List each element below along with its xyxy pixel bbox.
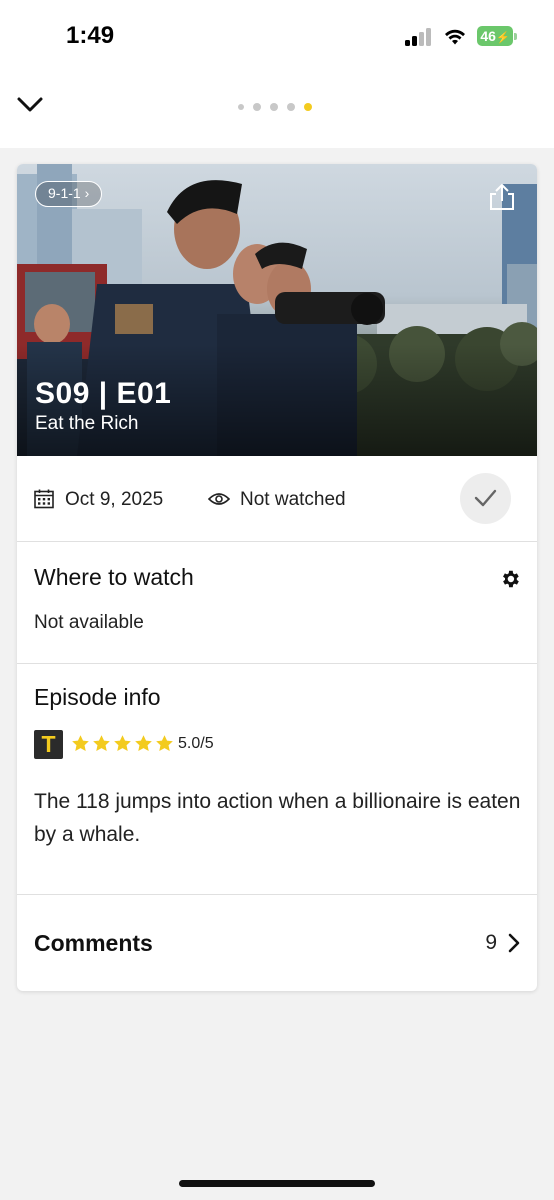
status-time: 1:49	[66, 22, 115, 49]
chevron-down-icon[interactable]	[16, 94, 44, 116]
comments-row[interactable]: Comments 9	[17, 895, 537, 989]
battery-charging-icon: 46⚡	[477, 26, 517, 46]
rating-source-logo: T	[34, 730, 63, 759]
star-icon	[114, 735, 131, 752]
page-dot	[253, 103, 261, 111]
mark-watched-button[interactable]	[460, 473, 511, 524]
page-dot	[270, 103, 278, 111]
episode-card: 9-1-1 › S09 | E01 Eat the Rich Oct 9, 20…	[17, 164, 537, 991]
star-icon	[156, 735, 173, 752]
gear-icon[interactable]	[499, 568, 521, 590]
episode-code: S09 | E01	[35, 377, 172, 410]
star-rating	[71, 734, 174, 753]
availability-text: Not available	[34, 612, 144, 633]
show-name-chip[interactable]: 9-1-1 ›	[35, 181, 103, 207]
nav-header	[0, 72, 554, 148]
episode-title: Eat the Rich	[35, 413, 139, 434]
home-indicator	[179, 1180, 375, 1187]
page-dot	[238, 104, 244, 110]
where-to-watch-section: Where to watch Not available	[17, 542, 537, 664]
episode-hero-image: 9-1-1 › S09 | E01 Eat the Rich	[17, 164, 537, 456]
episode-synopsis: The 118 jumps into action when a billion…	[34, 790, 521, 846]
comments-heading: Comments	[34, 930, 153, 956]
eye-icon	[208, 493, 230, 505]
calendar-icon	[34, 489, 54, 509]
chevron-right-icon	[508, 933, 520, 953]
air-date: Oct 9, 2025	[65, 489, 164, 510]
watch-status: Not watched	[240, 489, 346, 510]
episode-meta-row: Oct 9, 2025 Not watched	[17, 456, 537, 542]
episode-info-section: Episode info T 5.0/5 The 118 jumps into …	[17, 664, 537, 895]
rating-value: 5.0/5	[178, 735, 214, 752]
battery-level: 46	[480, 28, 496, 44]
charging-bolt-icon: ⚡	[495, 32, 510, 44]
share-icon[interactable]	[487, 182, 517, 212]
where-to-watch-heading: Where to watch	[34, 564, 194, 590]
status-bar: 1:49 46⚡	[0, 0, 554, 72]
episode-info-heading: Episode info	[34, 684, 161, 710]
wifi-icon	[445, 29, 465, 45]
star-icon	[135, 735, 152, 752]
star-icon	[72, 735, 89, 752]
comments-count: 9	[485, 931, 497, 954]
checkmark-icon	[474, 489, 497, 507]
page-dot	[287, 103, 295, 111]
cellular-signal-icon	[405, 28, 433, 46]
page-dot-active	[304, 103, 312, 111]
page-indicator	[238, 102, 312, 112]
star-icon	[93, 735, 110, 752]
